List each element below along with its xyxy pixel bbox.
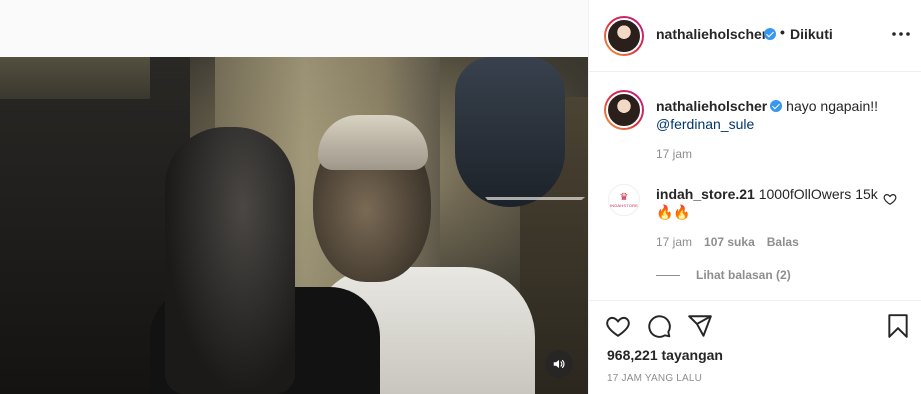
caption-timestamp[interactable]: 17 jam	[656, 147, 692, 161]
replies-divider	[656, 274, 680, 276]
author-avatar[interactable]	[604, 16, 644, 56]
follow-status-button[interactable]: Diikuti	[790, 26, 833, 42]
media-area	[0, 0, 588, 394]
video-frame-hanger	[470, 197, 586, 277]
caption-avatar[interactable]	[604, 90, 644, 130]
more-icon[interactable]	[891, 24, 911, 44]
comment-timestamp: 17 jam	[656, 235, 693, 249]
reply-button[interactable]: Balas	[767, 235, 799, 249]
commenter-username[interactable]: indah_store.21	[656, 186, 755, 202]
post-header: nathalieholscher • Diikuti	[589, 0, 921, 72]
caption-text: hayo ngapain!!	[786, 98, 879, 114]
views-count[interactable]: 968,221 tayangan	[607, 347, 723, 363]
comment-meta: 17 jam 107 suka Balas	[656, 235, 799, 249]
header-separator: •	[780, 24, 785, 40]
bookmark-icon[interactable]	[885, 313, 911, 339]
view-replies-button[interactable]: Lihat balasan (2)	[656, 268, 791, 282]
video-frame-bag	[455, 57, 565, 207]
commenter-avatar[interactable]: ♛ INDAHSTORE	[608, 184, 640, 216]
caption: nathalieholscher hayo ngapain!! @ferdina…	[656, 97, 906, 133]
comment: indah_store.21 1000fOllOwers 15k 🔥🔥	[656, 185, 881, 221]
heart-icon[interactable]	[883, 192, 897, 206]
share-icon[interactable]	[687, 313, 713, 339]
store-logo-text: INDAHSTORE	[609, 202, 639, 208]
verified-icon	[770, 100, 783, 112]
store-logo-icon: ♛	[619, 191, 629, 203]
verified-icon	[764, 28, 776, 40]
comment-likes-count[interactable]: 107 suka	[704, 235, 755, 249]
author-username[interactable]: nathalieholscher	[656, 26, 767, 42]
video-frame-sign	[0, 57, 150, 99]
comments-section: nathalieholscher hayo ngapain!! @ferdina…	[589, 72, 921, 300]
caption-username[interactable]: nathalieholscher	[656, 98, 767, 114]
post-side-panel: nathalieholscher • Diikuti nathalieholsc…	[588, 0, 921, 394]
video-frame-woman-hair	[165, 127, 295, 394]
post-date[interactable]: 17 JAM YANG LALU	[607, 373, 702, 384]
video-frame-man-hair	[318, 115, 428, 170]
post-actions: 968,221 tayangan 17 JAM YANG LALU	[589, 300, 921, 394]
heart-icon[interactable]	[605, 313, 631, 339]
comment-icon[interactable]	[646, 313, 672, 339]
caption-mention-link[interactable]: @ferdinan_sule	[656, 116, 754, 132]
video-player[interactable]	[0, 57, 588, 394]
mute-toggle-button[interactable]	[545, 350, 573, 378]
volume-icon	[553, 359, 565, 369]
view-replies-label: Lihat balasan (2)	[696, 268, 791, 282]
